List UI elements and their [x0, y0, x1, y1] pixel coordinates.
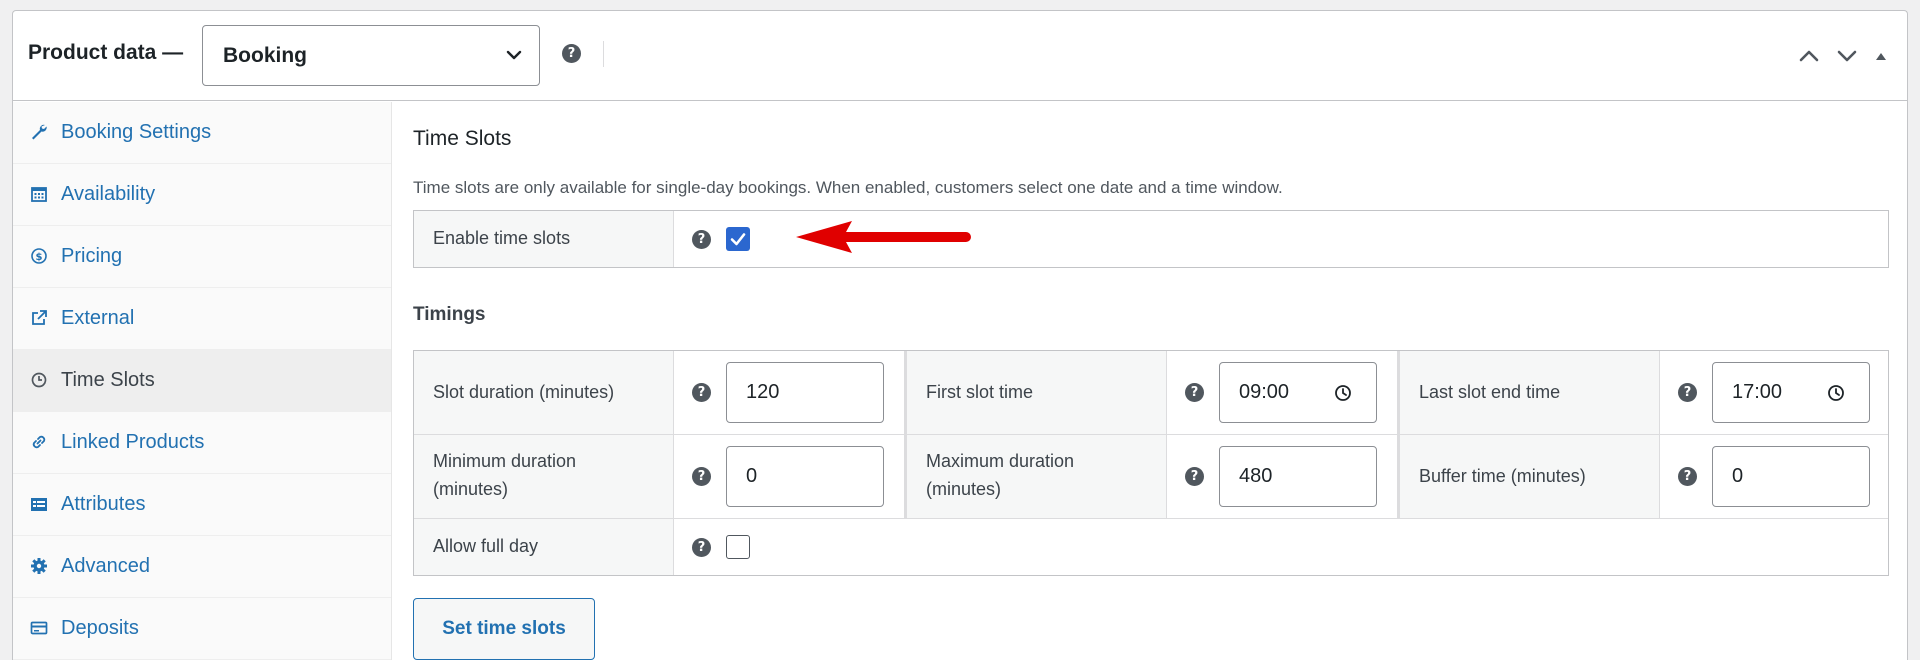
buffer-time-label: Buffer time (minutes)	[1419, 466, 1586, 486]
first-slot-time-label: First slot time	[926, 382, 1034, 402]
help-icon[interactable]: ?	[1678, 383, 1697, 402]
buffer-time-input[interactable]: 0	[1712, 446, 1870, 507]
chevron-down-icon	[506, 50, 522, 60]
input-value: 17:00	[1732, 381, 1783, 403]
tab-label: Linked Products	[61, 431, 205, 453]
min-duration-input[interactable]: 0	[726, 446, 884, 507]
allow-full-day-label: Allow full day	[433, 536, 539, 556]
product-data-title: Product data —	[28, 41, 184, 64]
min-duration-label-line1: Minimum duration	[433, 451, 577, 471]
set-time-slots-button[interactable]: Set time slots	[413, 598, 595, 660]
last-slot-end-time-label: Last slot end time	[1419, 382, 1561, 402]
first-slot-time-input[interactable]: 09:00	[1219, 362, 1377, 423]
label-cell: Minimum duration (minutes)	[414, 435, 674, 518]
help-icon[interactable]: ?	[1185, 467, 1204, 486]
tab-label: Availability	[61, 183, 156, 205]
help-icon[interactable]: ?	[692, 538, 711, 557]
gear-icon	[31, 558, 47, 574]
input-value: 09:00	[1239, 381, 1290, 403]
label-cell: Maximum duration (minutes)	[907, 435, 1167, 518]
product-data-tabs: Booking Settings Availability $ Pricing …	[13, 102, 392, 660]
input-value: 120	[746, 381, 780, 403]
help-icon[interactable]: ?	[692, 467, 711, 486]
label-cell: First slot time	[907, 351, 1167, 434]
tab-linked-products[interactable]: Linked Products	[13, 412, 391, 474]
last-slot-end-time-input[interactable]: 17:00	[1712, 362, 1870, 423]
list-icon	[31, 498, 47, 511]
clock-icon	[31, 372, 47, 388]
max-duration-input[interactable]: 480	[1219, 446, 1377, 507]
label-cell: Buffer time (minutes)	[1400, 435, 1660, 518]
section-title: Time Slots	[413, 127, 512, 150]
tab-label: Deposits	[61, 617, 139, 639]
header-divider	[603, 41, 604, 67]
clock-icon[interactable]	[1827, 384, 1845, 402]
tab-label: External	[61, 307, 135, 329]
input-value: 480	[1239, 465, 1273, 487]
slot-duration-label: Slot duration (minutes)	[433, 382, 615, 402]
enable-time-slots-row: Enable time slots ?	[413, 210, 1889, 268]
label-cell: Slot duration (minutes)	[414, 351, 674, 434]
enable-label-cell: Enable time slots	[414, 211, 674, 267]
tab-availability[interactable]: Availability	[13, 164, 391, 226]
calendar-icon	[31, 187, 47, 202]
wrench-icon	[32, 124, 47, 140]
max-duration-label-line1: Maximum duration	[926, 451, 1075, 471]
tab-external[interactable]: External	[13, 288, 391, 350]
checkmark-icon	[730, 233, 746, 246]
link-icon	[32, 435, 46, 449]
tab-attributes[interactable]: Attributes	[13, 474, 391, 536]
help-icon[interactable]: ?	[1678, 467, 1697, 486]
section-description: Time slots are only available for single…	[413, 178, 1283, 197]
external-link-icon	[32, 310, 47, 325]
slot-duration-input[interactable]: 120	[726, 362, 884, 423]
enable-time-slots-label: Enable time slots	[433, 228, 571, 248]
move-up-icon[interactable]	[1797, 45, 1821, 67]
timings-table: Slot duration (minutes) ? 120 First slot…	[413, 350, 1889, 576]
move-down-icon[interactable]	[1835, 45, 1859, 67]
product-type-select[interactable]: Booking	[202, 25, 540, 86]
min-duration-label-line2: (minutes)	[433, 479, 509, 499]
tab-label: Advanced	[61, 555, 150, 577]
help-icon[interactable]: ?	[1185, 383, 1204, 402]
tab-pricing[interactable]: $ Pricing	[13, 226, 391, 288]
dollar-icon: $	[31, 248, 47, 264]
svg-text:$: $	[36, 252, 43, 263]
tab-label: Pricing	[61, 245, 123, 267]
tab-label: Booking Settings	[61, 121, 212, 143]
max-duration-label-line2: (minutes)	[926, 479, 1002, 499]
allow-full-day-checkbox[interactable]	[726, 535, 750, 559]
tab-booking-settings[interactable]: Booking Settings	[13, 102, 391, 164]
tab-label: Attributes	[61, 493, 146, 515]
enable-time-slots-checkbox[interactable]	[726, 227, 750, 251]
tab-advanced[interactable]: Advanced	[13, 536, 391, 598]
input-value: 0	[746, 465, 758, 487]
tab-label: Time Slots	[61, 369, 155, 391]
help-icon[interactable]: ?	[692, 383, 711, 402]
tab-time-slots[interactable]: Time Slots	[13, 350, 391, 412]
product-data-header: Product data — Booking ?	[13, 11, 1907, 101]
timings-title: Timings	[413, 304, 486, 325]
clock-icon[interactable]	[1334, 384, 1352, 402]
tab-deposits[interactable]: Deposits	[13, 598, 391, 660]
input-value: 0	[1732, 465, 1744, 487]
help-icon[interactable]: ?	[692, 230, 711, 249]
label-cell: Allow full day	[414, 519, 674, 575]
help-icon[interactable]: ?	[562, 44, 581, 63]
product-type-value: Booking	[223, 44, 307, 67]
label-cell: Last slot end time	[1400, 351, 1660, 434]
red-arrow-annotation	[796, 221, 971, 253]
product-data-panel: Product data — Booking ? Booking Setting…	[12, 10, 1908, 660]
collapse-toggle-icon[interactable]	[1873, 45, 1889, 67]
card-icon	[30, 621, 48, 635]
